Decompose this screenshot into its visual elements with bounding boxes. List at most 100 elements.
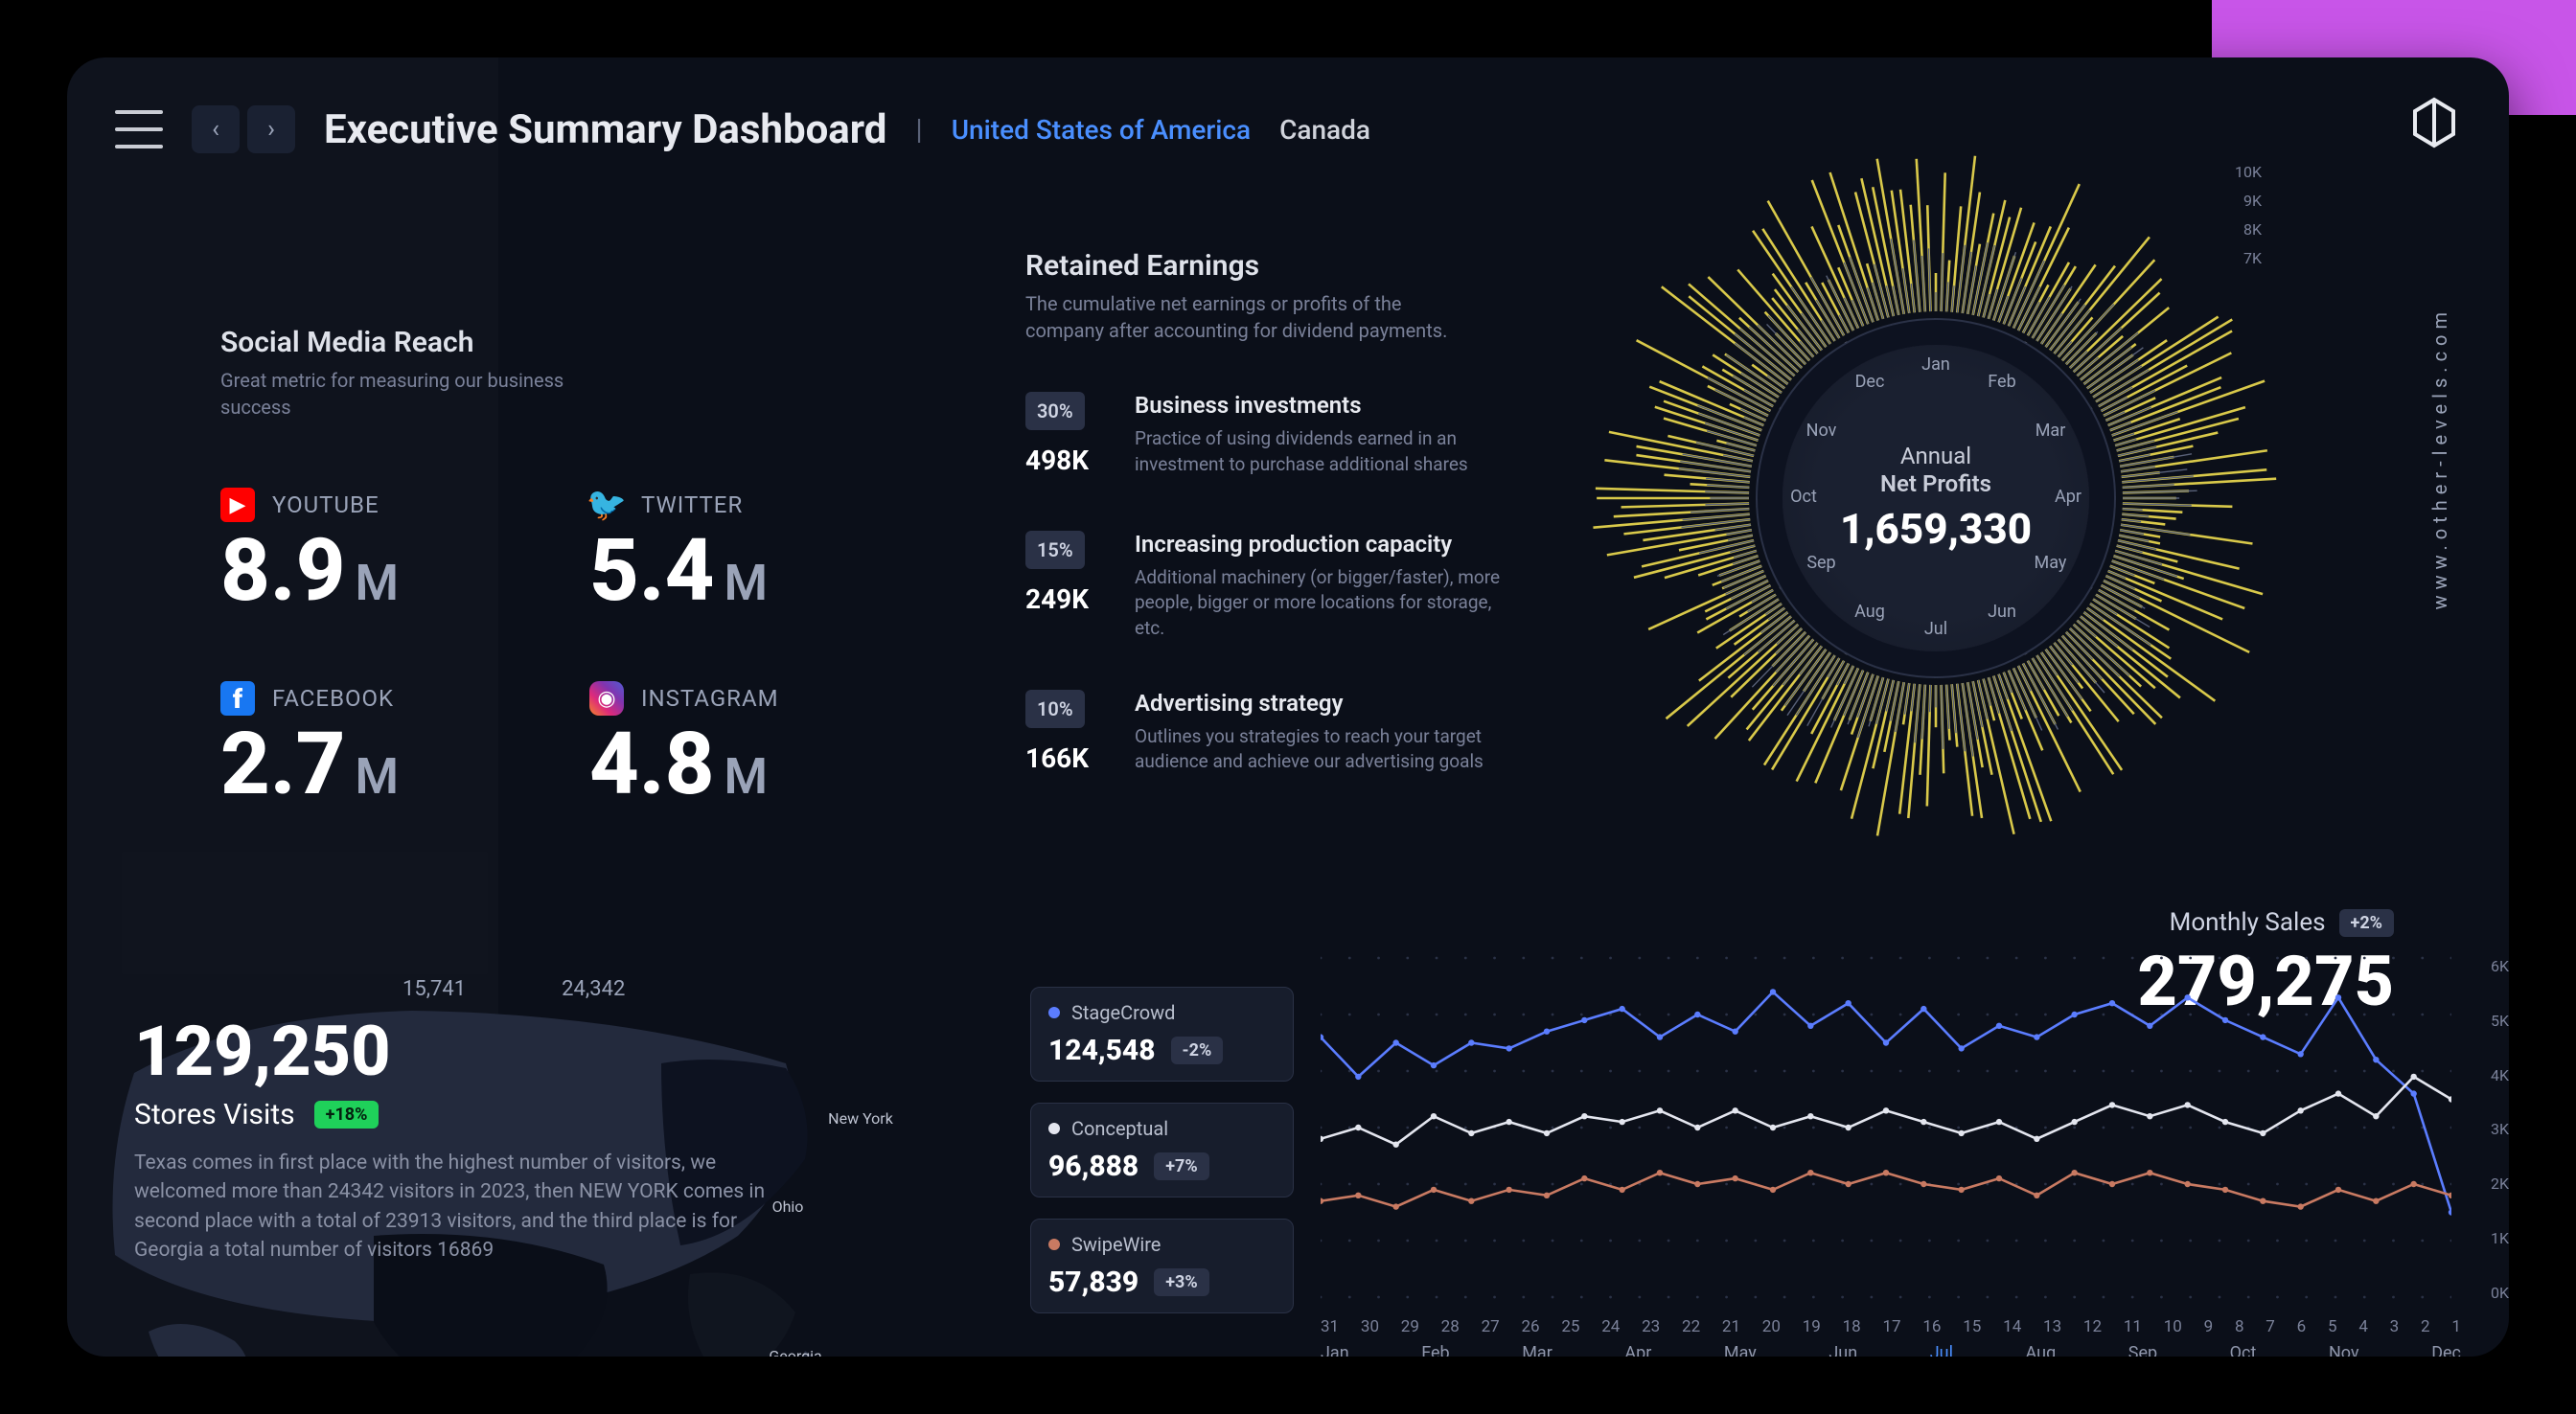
social-brand: TWITTER (641, 491, 743, 518)
radial-month-label: Oct (1782, 487, 1825, 507)
legend-delta-badge: +3% (1154, 1268, 1208, 1296)
tab-usa[interactable]: United States of America (952, 114, 1251, 146)
social-section: Social Media Reach Great metric for meas… (220, 326, 958, 808)
sales-xday: 24 (1601, 1317, 1620, 1336)
legend-name: Conceptual (1071, 1117, 1168, 1140)
social-item-facebook: f FACEBOOK 2.7M (220, 681, 589, 808)
nav-back-button[interactable]: ‹ (192, 105, 240, 153)
retained-title: Retained Earnings (1025, 249, 1543, 283)
social-brand: FACEBOOK (272, 685, 394, 712)
legend-item[interactable]: StageCrowd124,548-2% (1030, 987, 1294, 1082)
radial-month-label: May (2030, 553, 2072, 573)
nav-forward-button[interactable]: › (247, 105, 295, 153)
sales-xmonth: Apr (1624, 1343, 1651, 1357)
sales-xday: 23 (1642, 1317, 1660, 1336)
retained-subtitle: The cumulative net earnings or profits o… (1025, 290, 1476, 344)
sales-xday: 12 (2083, 1317, 2102, 1336)
sales-xday: 2 (2421, 1317, 2430, 1336)
social-value: 4.8M (589, 721, 958, 808)
legend-delta-badge: -2% (1171, 1037, 1224, 1064)
sales-xday: 30 (1361, 1317, 1379, 1336)
radial-label-top: Annual (1900, 443, 1971, 470)
sales-xday: 11 (2124, 1317, 2142, 1336)
legend-value: 124,548 (1048, 1034, 1156, 1067)
sales-xday: 9 (2204, 1317, 2214, 1336)
tab-canada[interactable]: Canada (1279, 114, 1370, 146)
sales-xmonth: Jan (1321, 1343, 1349, 1357)
retained-item-title: Business investments (1135, 392, 1518, 419)
sales-xday: 8 (2235, 1317, 2244, 1336)
stores-section: 15,741 24,342 129,250 Stores Visits +18%… (134, 977, 930, 1266)
legend-name: SwipeWire (1071, 1233, 1161, 1256)
sales-xday: 16 (1922, 1317, 1941, 1336)
retained-item-desc: Practice of using dividends earned in an… (1135, 426, 1518, 477)
sales-ytick: 0K (2491, 1284, 2509, 1302)
sales-xday: 20 (1762, 1317, 1781, 1336)
social-value: 8.9M (220, 528, 589, 614)
legend-dot-icon (1048, 1239, 1060, 1250)
social-item-instagram: ◉ INSTAGRAM 4.8M (589, 681, 958, 808)
radial-month-label: Apr (2047, 487, 2089, 507)
retained-pct-badge: 15% (1025, 531, 1085, 569)
sales-ytick: 4K (2491, 1066, 2509, 1084)
radial-label-bottom: Net Profits (1880, 470, 1991, 498)
sales-xday: 26 (1521, 1317, 1539, 1336)
retained-pct-badge: 10% (1025, 690, 1085, 728)
social-item-twitter: 🐦TWITTER5.4M (589, 488, 958, 614)
map-state-label: Ohio (772, 1198, 804, 1216)
title-divider: | (915, 113, 922, 147)
radial-chart: Annual Net Profits 1,659,330 JanFebMarAp… (1572, 134, 2300, 862)
menu-icon[interactable] (115, 110, 163, 148)
sales-xday: 28 (1441, 1317, 1460, 1336)
retained-item-title: Increasing production capacity (1135, 531, 1518, 558)
stores-delta-badge: +18% (314, 1101, 380, 1129)
legend-item[interactable]: SwipeWire57,839+3% (1030, 1219, 1294, 1313)
legend-dot-icon (1048, 1123, 1060, 1134)
retained-item-desc: Additional machinery (or bigger/faster),… (1135, 565, 1518, 642)
retained-pct-badge: 30% (1025, 392, 1085, 430)
line-chart: 6K5K4K3K2K1K0K 3130292827262524232221201… (1321, 941, 2509, 1353)
radial-ytick: 10K (2235, 163, 2262, 181)
map-callout-1: 15,741 (402, 977, 466, 1001)
sales-xmonth: Jun (1828, 1343, 1857, 1357)
social-item-youtube: ▶YOUTUBE8.9M (220, 488, 589, 614)
sales-delta-badge: +2% (2339, 909, 2394, 937)
facebook-icon: f (220, 681, 255, 716)
sales-ytick: 3K (2491, 1120, 2509, 1138)
sales-xmonth: Jul (1930, 1343, 1953, 1357)
sales-ytick: 6K (2491, 957, 2509, 975)
sales-xmonth: Mar (1522, 1343, 1552, 1357)
social-value: 2.7M (220, 721, 589, 808)
retained-value: 249K (1025, 579, 1112, 622)
radial-ytick: 8K (2243, 220, 2262, 239)
retained-item: 10%166KAdvertising strategyOutlines you … (1025, 690, 1543, 781)
radial-month-label: Dec (1849, 372, 1891, 392)
sales-xmonth: Nov (2329, 1343, 2359, 1357)
sales-xday: 1 (2451, 1317, 2461, 1336)
radial-value: 1,659,330 (1840, 504, 2032, 554)
legend-dot-icon (1048, 1007, 1060, 1018)
retained-item: 30% 498K Business investments Practice of u… (1025, 392, 1543, 483)
sales-xmonth: Dec (2431, 1343, 2461, 1357)
instagram-icon: ◉ (589, 681, 624, 716)
radial-center: Annual Net Profits 1,659,330 (1782, 345, 2089, 651)
sales-xday: 3 (2390, 1317, 2400, 1336)
sales-xday: 21 (1722, 1317, 1740, 1336)
map-callout-2: 24,342 (562, 977, 625, 1001)
retained-value: 498K (1025, 440, 1112, 483)
sales-xday: 27 (1482, 1317, 1500, 1336)
sales-xmonth: Aug (2026, 1343, 2057, 1357)
legend-value: 96,888 (1048, 1150, 1138, 1183)
sales-xday: 19 (1803, 1317, 1821, 1336)
social-value: 5.4M (589, 528, 958, 614)
social-brand: INSTAGRAM (641, 685, 779, 712)
legend-item[interactable]: Conceptual96,888+7% (1030, 1103, 1294, 1197)
retained-item-title: Advertising strategy (1135, 690, 1518, 717)
retained-item: 15% 249K Increasing production capacity Add… (1025, 531, 1543, 642)
radial-month-label: Feb (1981, 372, 2023, 392)
sales-xday: 4 (2358, 1317, 2368, 1336)
sales-legend: StageCrowd124,548-2%Conceptual96,888+7%S… (1030, 987, 1294, 1313)
radial-ytick: 9K (2243, 192, 2262, 210)
sales-xday: 29 (1401, 1317, 1419, 1336)
sales-ytick: 1K (2491, 1229, 2509, 1247)
